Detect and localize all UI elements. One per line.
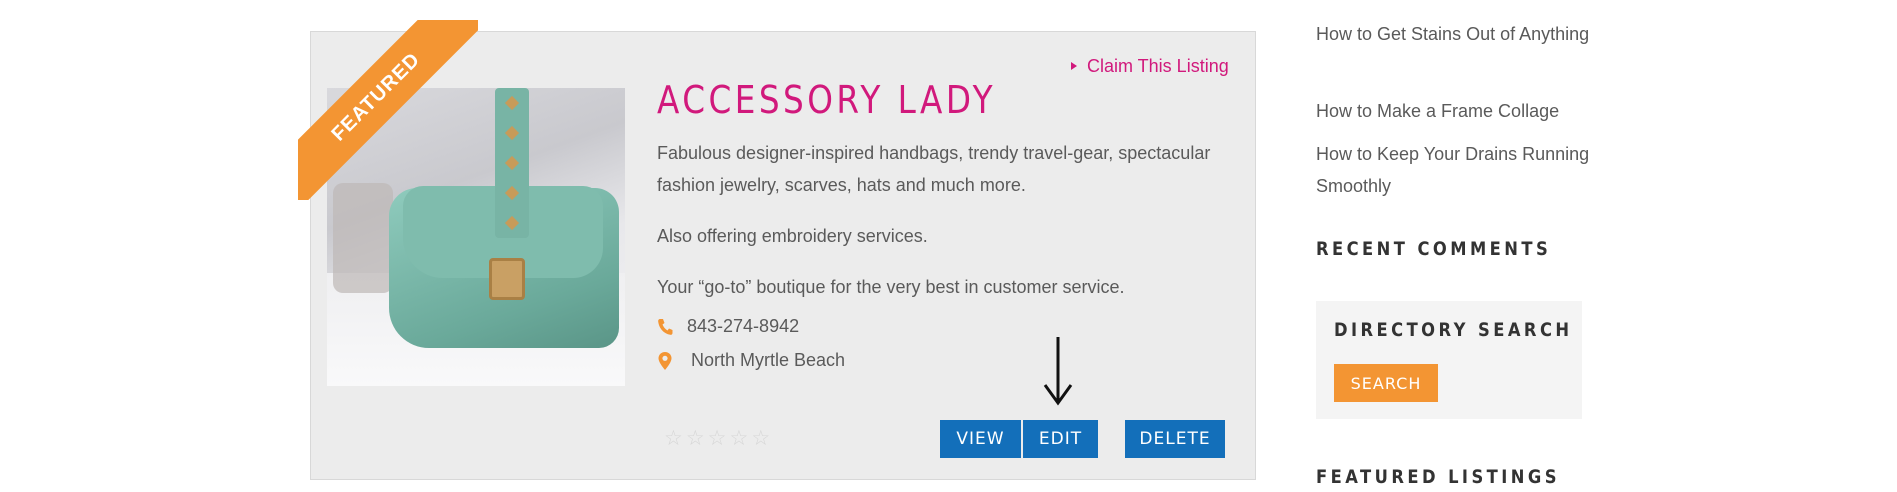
listing-description: Fabulous designer-inspired handbags, tre… (657, 143, 1211, 195)
rating-stars[interactable]: ☆ ☆ ☆ ☆ ☆ (664, 428, 770, 449)
phone-row: 843-274-8942 (657, 316, 799, 337)
star-icon[interactable]: ☆ (751, 428, 770, 449)
location-row: North Myrtle Beach (657, 350, 845, 371)
star-icon[interactable]: ☆ (729, 428, 748, 449)
phone-number[interactable]: 843-274-8942 (687, 316, 799, 337)
listing-description-tagline: Your “go-to” boutique for the very best … (657, 277, 1125, 297)
photo-handbag-lock (489, 258, 525, 300)
featured-label: FEATURED (298, 20, 478, 200)
claim-listing-link[interactable]: Claim This Listing (1071, 55, 1229, 77)
delete-button[interactable]: DELETE (1125, 420, 1225, 458)
directory-search-heading: DIRECTORY SEARCH (1334, 319, 1573, 341)
listing-description-services: Also offering embroidery services. (657, 226, 928, 246)
featured-ribbon: FEATURED (298, 20, 478, 200)
view-button[interactable]: VIEW (940, 420, 1021, 458)
featured-listings-heading: FEATURED LISTINGS (1316, 466, 1560, 488)
map-pin-icon (658, 351, 672, 370)
sidebar-link[interactable]: How to Keep Your Drains Running Smoothly (1316, 138, 1616, 202)
star-icon[interactable]: ☆ (708, 428, 727, 449)
location-text: North Myrtle Beach (691, 350, 846, 370)
star-icon[interactable]: ☆ (664, 428, 683, 449)
star-icon[interactable]: ☆ (686, 428, 705, 449)
play-triangle-icon (1071, 62, 1077, 70)
down-arrow-icon (1043, 337, 1073, 406)
search-button[interactable]: SEARCH (1334, 364, 1438, 402)
phone-icon (658, 318, 673, 335)
directory-search-widget: DIRECTORY SEARCH SEARCH (1316, 301, 1582, 419)
claim-listing-label: Claim This Listing (1087, 55, 1229, 76)
sidebar-link[interactable]: How to Make a Frame Collage (1316, 95, 1616, 127)
edit-button[interactable]: EDIT (1023, 420, 1098, 458)
listing-title[interactable]: ACCESSORY LADY (657, 78, 996, 122)
sidebar-link[interactable]: How to Get Stains Out of Anything (1316, 18, 1616, 50)
recent-comments-heading: RECENT COMMENTS (1316, 238, 1552, 260)
